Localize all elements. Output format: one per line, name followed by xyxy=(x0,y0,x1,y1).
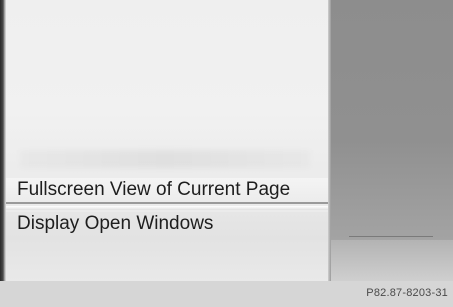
right-panel-lower xyxy=(331,240,453,281)
menu-item-fullscreen-view[interactable]: Fullscreen View of Current Page xyxy=(6,178,330,204)
display-screen: Fullscreen View of Current Page Display … xyxy=(0,0,453,307)
right-panel-line xyxy=(349,236,433,237)
menu-item-separator xyxy=(6,206,330,210)
menu-item-display-open-windows[interactable]: Display Open Windows xyxy=(6,212,330,240)
menu-panel-bottom xyxy=(6,240,330,281)
background-blurred-content xyxy=(20,150,310,168)
caption-bar: P82.87-8203-31 xyxy=(0,281,453,307)
figure-code: P82.87-8203-31 xyxy=(366,287,448,299)
right-side-panel xyxy=(331,0,453,281)
